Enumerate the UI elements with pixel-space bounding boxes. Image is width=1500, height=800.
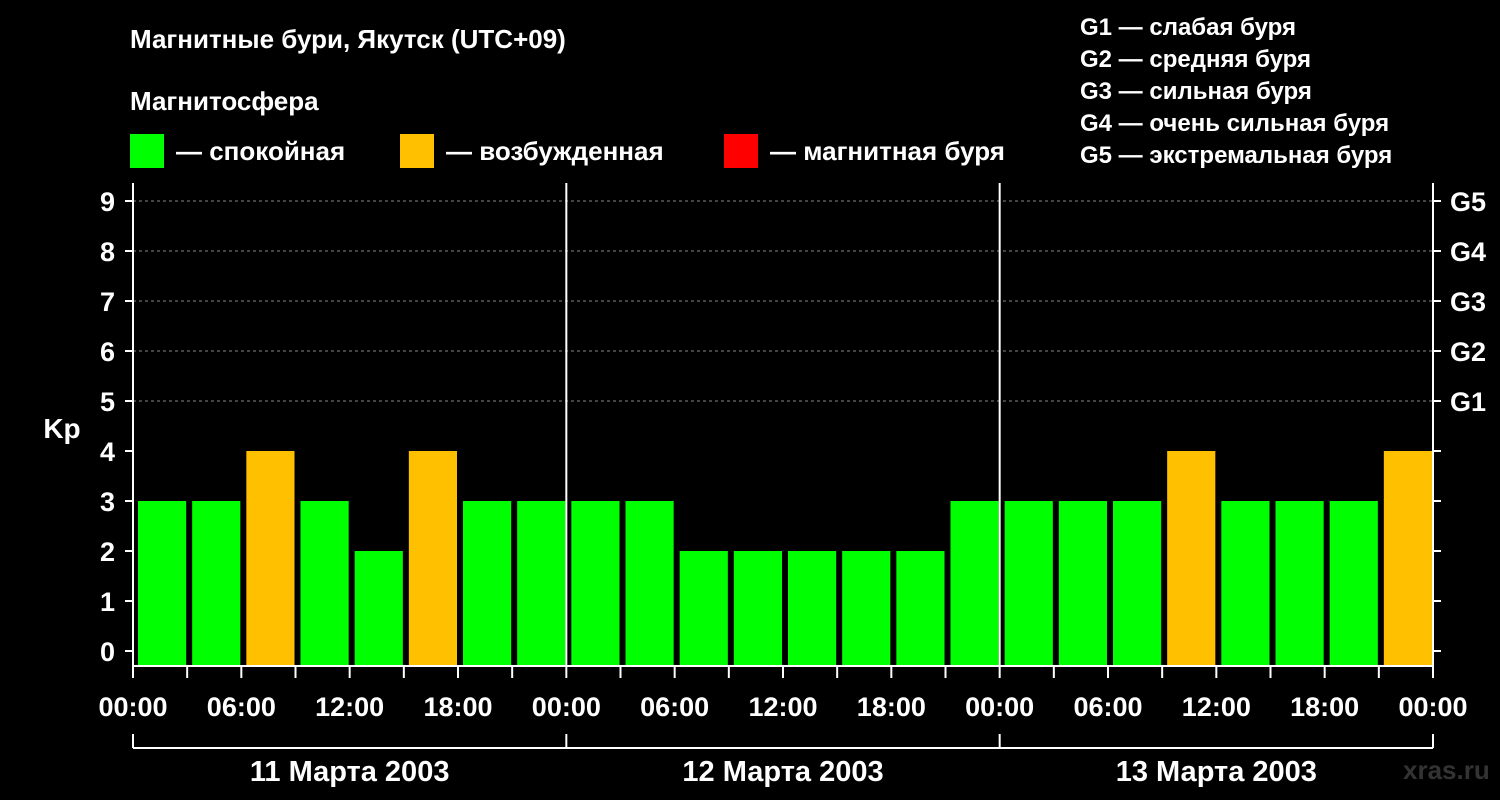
kp-bar <box>571 501 620 666</box>
y-tick-label: 5 <box>100 387 115 417</box>
x-tick-label: 12:00 <box>315 692 384 722</box>
kp-bar <box>138 501 187 666</box>
g-level-label: G4 <box>1450 237 1486 267</box>
y-tick-label: 2 <box>100 537 115 567</box>
watermark: xras.ru <box>1403 755 1490 785</box>
kp-bar <box>625 501 674 666</box>
kp-bar <box>1113 501 1162 666</box>
y-tick-label: 1 <box>100 587 115 617</box>
kp-bar <box>1329 501 1378 666</box>
x-tick-label: 06:00 <box>1073 692 1142 722</box>
day-label: 11 Марта 2003 <box>250 756 450 788</box>
x-tick-label: 12:00 <box>1182 692 1251 722</box>
y-tick-label: 9 <box>100 187 115 217</box>
g-level-label: G3 <box>1450 287 1486 317</box>
x-tick-label: 00:00 <box>98 692 167 722</box>
kp-bar <box>1275 501 1324 666</box>
x-tick-label: 06:00 <box>640 692 709 722</box>
kp-bar <box>300 501 349 666</box>
g-level-label: G2 <box>1450 337 1486 367</box>
x-tick-label: 18:00 <box>857 692 926 722</box>
y-tick-label: 4 <box>100 437 115 467</box>
x-tick-label: 12:00 <box>748 692 817 722</box>
kp-bar <box>950 501 999 666</box>
kp-bar <box>733 551 782 666</box>
g-level-label: G5 <box>1450 187 1486 217</box>
kp-bar <box>1167 451 1216 666</box>
kp-bar <box>842 551 891 666</box>
day-label: 13 Марта 2003 <box>1116 756 1317 788</box>
kp-bar <box>1221 501 1270 666</box>
kp-bar <box>354 551 403 666</box>
kp-bar <box>408 451 457 666</box>
x-tick-label: 06:00 <box>207 692 276 722</box>
kp-bar <box>1004 501 1053 666</box>
kp-bar <box>896 551 945 666</box>
kp-bar <box>192 501 241 666</box>
kp-bar <box>1058 501 1107 666</box>
y-axis-label: Kp <box>43 413 80 444</box>
y-tick-label: 8 <box>100 237 115 267</box>
x-tick-label: 18:00 <box>423 692 492 722</box>
y-tick-label: 6 <box>100 337 115 367</box>
y-tick-label: 0 <box>100 637 115 667</box>
kp-bar <box>517 501 566 666</box>
y-tick-label: 3 <box>100 487 115 517</box>
x-tick-label: 00:00 <box>532 692 601 722</box>
x-tick-label: 18:00 <box>1290 692 1359 722</box>
day-label: 12 Марта 2003 <box>682 756 883 788</box>
kp-bar <box>463 501 512 666</box>
kp-bar-chart: 0 1 2 3 4 5 6 7 8 9 G1 G2 G3 G4 G5 Kp 00:00 06:00 12:00 18:… <box>43 183 1486 788</box>
kp-bar <box>1383 451 1432 666</box>
x-tick-label: 00:00 <box>965 692 1034 722</box>
kp-bar <box>246 451 295 666</box>
g-level-label: G1 <box>1450 387 1486 417</box>
kp-bar <box>679 551 728 666</box>
x-tick-label: 00:00 <box>1398 692 1467 722</box>
y-tick-label: 7 <box>100 287 115 317</box>
kp-bar <box>788 551 837 666</box>
